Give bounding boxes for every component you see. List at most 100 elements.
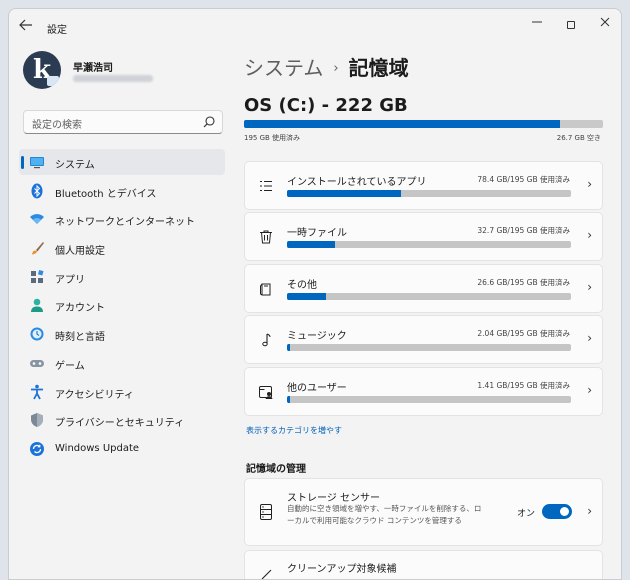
cleanup-recommendations-card[interactable]: クリーンアップ対象候補 — [244, 550, 603, 579]
sidebar-item-network[interactable]: ネットワークとインターネット — [19, 206, 225, 232]
drive-used-label: 195 GB 使用済み — [244, 134, 301, 142]
search-input[interactable]: 設定の検索 — [23, 110, 223, 134]
drive-usage-bar-fill — [244, 120, 560, 128]
user-email-redacted — [73, 75, 153, 82]
sidebar-item-privacy-security[interactable]: プライバシーとセキュリティ — [19, 407, 225, 433]
sidebar-item-label: ネットワークとインターネット — [55, 217, 195, 229]
brush-icon — [32, 242, 44, 255]
avatar-badge — [47, 76, 59, 86]
user-name: 早瀬浩司 — [73, 63, 113, 74]
category-usage-bar — [287, 396, 571, 403]
category-music[interactable]: ミュージック 2.04 GB/195 GB 使用済み › — [244, 315, 603, 364]
apps-list-icon — [260, 180, 272, 192]
sidebar-item-accessibility[interactable]: アクセシビリティ — [19, 379, 225, 405]
sidebar-item-label: 個人用設定 — [55, 246, 105, 258]
storage-sense-description: 自動的に空き領域を増やす、一時ファイルを削除する、ローカルで利用可能なクラウド … — [287, 504, 482, 525]
sidebar-item-bluetooth[interactable]: Bluetooth とデバイス — [19, 178, 225, 204]
category-usage: 1.41 GB/195 GB 使用済み — [477, 381, 570, 390]
cleanup-icon — [261, 569, 272, 579]
category-other-users[interactable]: 他のユーザー 1.41 GB/195 GB 使用済み › — [244, 367, 603, 416]
sidebar-item-label: アクセシビリティ — [55, 389, 134, 401]
category-usage-bar-fill — [287, 396, 290, 403]
apps-icon — [31, 269, 44, 283]
sidebar-item-apps[interactable]: アプリ — [19, 264, 225, 290]
category-usage-bar-fill — [287, 190, 402, 197]
avatar[interactable]: k — [23, 51, 61, 89]
shield-icon — [31, 413, 43, 428]
wifi-icon — [30, 214, 44, 225]
category-usage-bar — [287, 241, 571, 248]
time-language-icon — [30, 327, 44, 341]
search-placeholder: 設定の検索 — [32, 120, 82, 131]
minimize-button[interactable] — [527, 17, 547, 33]
category-usage-bar-fill — [287, 344, 291, 351]
category-apps[interactable]: インストールされているアプリ 78.4 GB/195 GB 使用済み › — [244, 161, 603, 210]
storage-sense-card[interactable]: ストレージ センサー 自動的に空き領域を増やす、一時ファイルを削除する、ローカル… — [244, 478, 603, 546]
drive-free-label: 26.7 GB 空き — [556, 134, 601, 142]
trash-icon — [260, 230, 272, 244]
drive-title: OS (C:) - 222 GB — [244, 95, 408, 116]
sidebar-item-label: 時刻と言語 — [55, 332, 105, 344]
chevron-right-icon: › — [587, 331, 592, 345]
category-name: 一時ファイル — [287, 228, 347, 239]
windows-update-icon — [30, 441, 44, 456]
breadcrumb-parent[interactable]: システム — [244, 56, 323, 80]
sidebar-item-label: Windows Update — [55, 442, 140, 454]
breadcrumb: システム › 記憶域 — [244, 52, 409, 81]
other-users-icon — [259, 386, 273, 399]
close-button[interactable] — [595, 17, 615, 33]
system-icon — [30, 157, 44, 169]
sidebar-item-label: システム — [55, 160, 95, 171]
category-temp-files[interactable]: 一時ファイル 32.7 GB/195 GB 使用済み › — [244, 212, 603, 261]
category-usage-bar — [287, 190, 571, 197]
chevron-right-icon: › — [587, 504, 592, 518]
category-usage-bar — [287, 293, 571, 300]
title-bar: 設定 — [9, 9, 621, 45]
sidebar-item-label: アカウント — [55, 303, 105, 315]
maximize-icon — [567, 21, 575, 29]
storage-management-heading: 記憶域の管理 — [246, 464, 306, 475]
sidebar-item-windows-update[interactable]: Windows Update — [19, 436, 225, 462]
sidebar-item-system[interactable]: システム — [19, 149, 225, 175]
storage-sense-toggle[interactable] — [542, 504, 572, 519]
other-files-icon — [260, 283, 271, 296]
sidebar-nav: システム Bluetooth とデバイス ネットワークとインターネット 個人用設… — [19, 149, 225, 465]
sidebar-item-personalization[interactable]: 個人用設定 — [19, 235, 225, 261]
category-name: ミュージック — [287, 331, 347, 342]
storage-sense-title: ストレージ センサー — [287, 493, 380, 504]
drive-usage-bar — [244, 120, 603, 128]
show-more-categories-link[interactable]: 表示するカテゴリを増やす — [246, 425, 342, 436]
accessibility-icon — [31, 384, 43, 399]
sidebar-item-time-language[interactable]: 時刻と言語 — [19, 321, 225, 347]
chevron-right-icon: › — [587, 177, 592, 191]
toggle-knob — [560, 507, 569, 516]
storage-drive-icon — [260, 504, 272, 520]
cleanup-title: クリーンアップ対象候補 — [287, 564, 397, 575]
page-title: 記憶域 — [348, 56, 409, 80]
category-usage-bar-fill — [287, 241, 335, 248]
category-other[interactable]: その他 26.6 GB/195 GB 使用済み › — [244, 264, 603, 313]
account-icon — [31, 299, 43, 313]
chevron-right-icon: › — [587, 280, 592, 294]
search-icon[interactable] — [202, 115, 216, 129]
close-icon — [600, 17, 610, 27]
sidebar-item-label: Bluetooth とデバイス — [55, 188, 157, 200]
category-name: インストールされているアプリ — [287, 177, 427, 188]
storage-sense-toggle-label: オン — [517, 509, 536, 519]
sidebar-item-label: アプリ — [55, 274, 85, 286]
category-name: 他のユーザー — [287, 383, 347, 394]
gamepad-icon — [30, 359, 44, 367]
maximize-button[interactable] — [561, 17, 581, 33]
category-name: その他 — [287, 280, 317, 291]
category-usage: 26.6 GB/195 GB 使用済み — [477, 278, 570, 287]
sidebar-item-accounts[interactable]: アカウント — [19, 292, 225, 318]
back-arrow-icon — [19, 19, 32, 31]
sidebar-item-gaming[interactable]: ゲーム — [19, 350, 225, 376]
breadcrumb-separator: › — [333, 61, 339, 76]
chevron-right-icon: › — [587, 383, 592, 397]
category-usage: 2.04 GB/195 GB 使用済み — [477, 329, 570, 338]
sidebar-item-label: ゲーム — [55, 360, 85, 372]
back-button[interactable] — [19, 19, 39, 35]
category-usage-bar — [287, 344, 571, 351]
settings-window: 設定 k 早瀬浩司 設定の検索 システム Bluetooth とデバイス ネット… — [8, 8, 622, 580]
